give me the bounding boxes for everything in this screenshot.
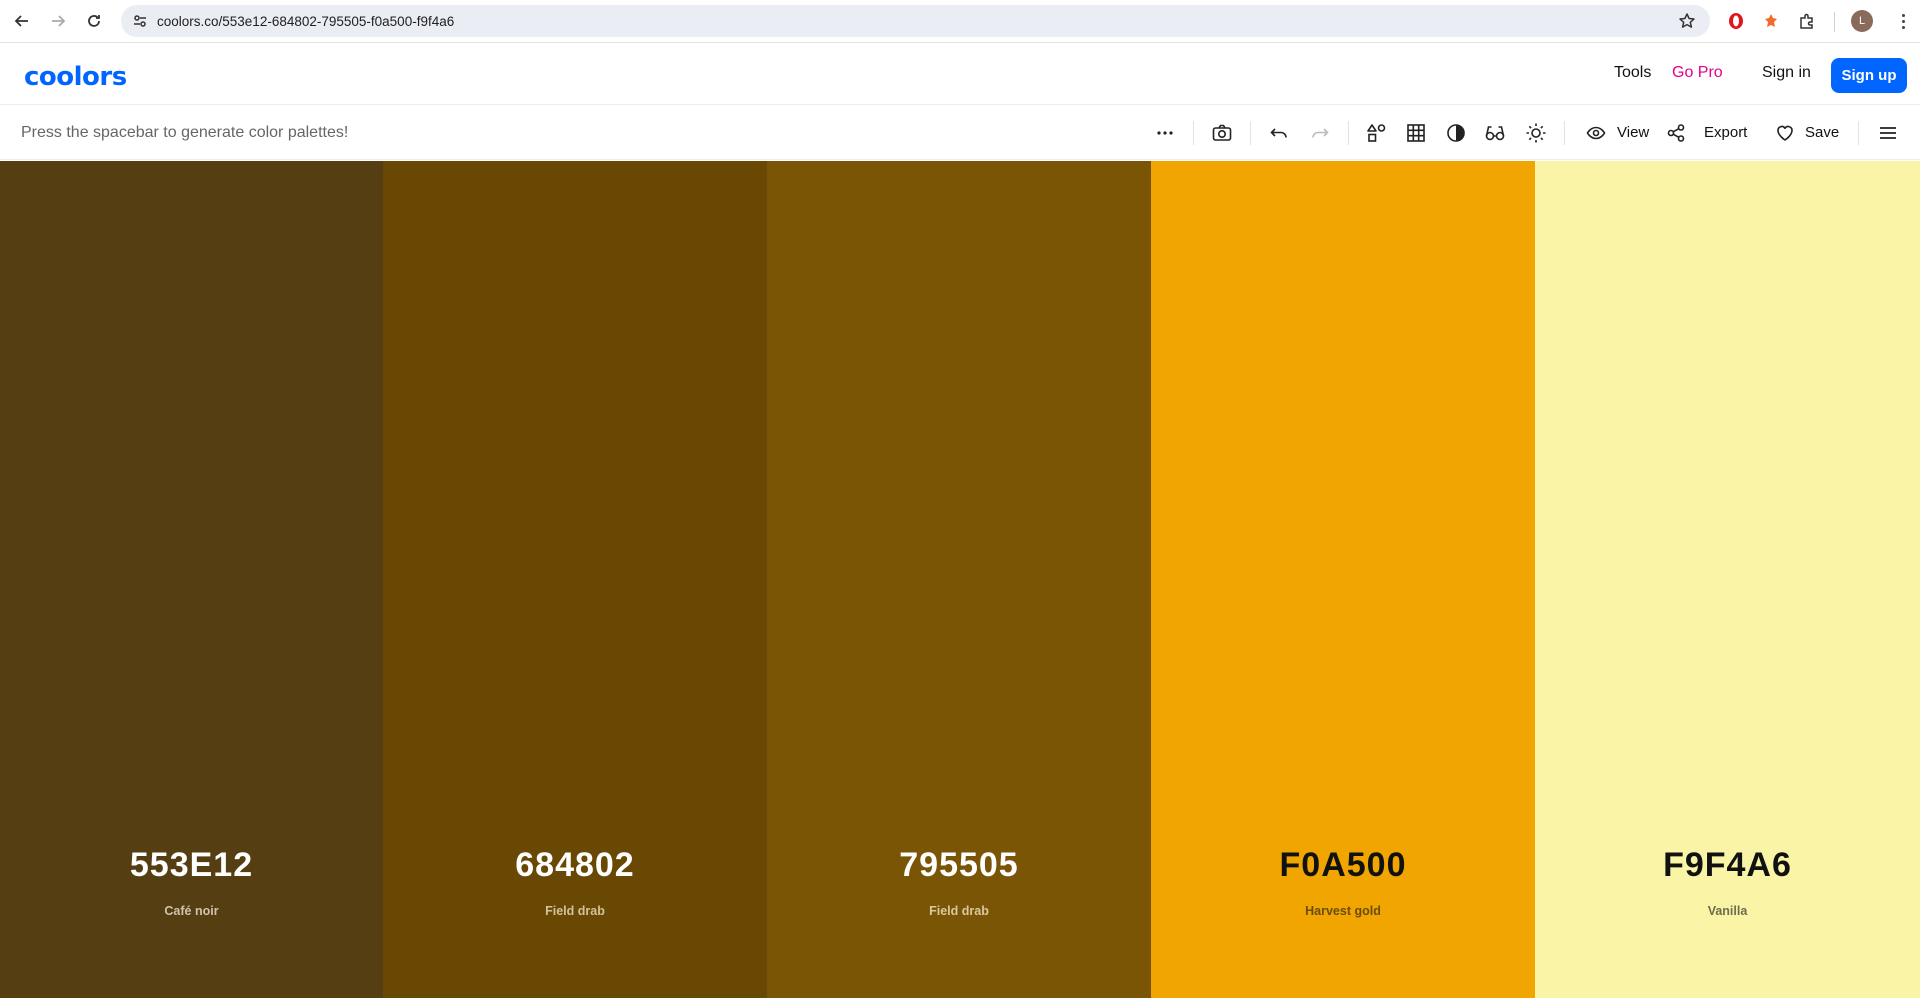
swatch-color-name: Field drab bbox=[545, 904, 605, 918]
swatch-hex-code[interactable]: 795505 bbox=[767, 846, 1151, 885]
address-bar[interactable]: coolors.co/553e12-684802-795505-f0a500-f… bbox=[121, 5, 1710, 37]
shapes-icon[interactable] bbox=[1365, 121, 1389, 145]
fox-extension-icon[interactable] bbox=[1761, 11, 1781, 31]
site-settings-icon[interactable] bbox=[131, 12, 149, 30]
browser-toolbar: coolors.co/553e12-684802-795505-f0a500-f… bbox=[0, 0, 1920, 43]
swatch-hex-code[interactable]: F9F4A6 bbox=[1535, 846, 1920, 885]
swatch-color-name: Field drab bbox=[929, 904, 989, 918]
more-options-icon[interactable] bbox=[1153, 121, 1177, 145]
color-swatch[interactable]: F9F4A6 Vanilla bbox=[1535, 161, 1920, 998]
color-swatch[interactable]: F0A500 Harvest gold bbox=[1151, 161, 1535, 998]
swatch-hex-code[interactable]: F0A500 bbox=[1151, 846, 1535, 885]
palette-toolbar: Press the spacebar to generate color pal… bbox=[0, 106, 1920, 160]
swatch-color-name: Café noir bbox=[164, 904, 219, 918]
grid-icon[interactable] bbox=[1404, 121, 1428, 145]
undo-icon[interactable] bbox=[1267, 121, 1291, 145]
hamburger-menu-icon[interactable] bbox=[1876, 121, 1900, 145]
contrast-icon[interactable] bbox=[1444, 121, 1468, 145]
extensions-puzzle-icon[interactable] bbox=[1797, 11, 1817, 31]
export-button[interactable]: Export bbox=[1704, 124, 1747, 141]
bookmark-star-icon[interactable] bbox=[1678, 12, 1696, 30]
spacebar-hint: Press the spacebar to generate color pal… bbox=[21, 124, 349, 141]
eye-icon[interactable] bbox=[1584, 121, 1608, 145]
toolbar-divider bbox=[1348, 121, 1349, 145]
site-header: coolors Tools Go Pro Sign in Sign up bbox=[0, 44, 1920, 105]
sign-in-link[interactable]: Sign in bbox=[1762, 64, 1811, 82]
profile-avatar[interactable]: L bbox=[1851, 10, 1873, 32]
go-pro-link[interactable]: Go Pro bbox=[1672, 64, 1723, 82]
reload-icon[interactable] bbox=[81, 8, 107, 34]
toolbar-divider bbox=[1834, 12, 1835, 32]
swatch-hex-code[interactable]: 684802 bbox=[383, 846, 767, 885]
url-text[interactable]: coolors.co/553e12-684802-795505-f0a500-f… bbox=[157, 14, 454, 29]
color-palette: 553E12 Café noir 684802 Field drab 795505 Fie… bbox=[0, 161, 1920, 998]
browser-menu-icon[interactable] bbox=[1893, 11, 1913, 31]
swatch-color-name: Harvest gold bbox=[1305, 904, 1381, 918]
camera-icon[interactable] bbox=[1210, 121, 1234, 145]
color-swatch[interactable]: 684802 Field drab bbox=[383, 161, 767, 998]
coolors-logo[interactable]: coolors bbox=[24, 62, 127, 92]
sun-icon[interactable] bbox=[1524, 121, 1548, 145]
opera-extension-icon[interactable] bbox=[1726, 11, 1746, 31]
forward-icon[interactable] bbox=[45, 8, 71, 34]
toolbar-divider bbox=[1250, 121, 1251, 145]
color-swatch[interactable]: 795505 Field drab bbox=[767, 161, 1151, 998]
toolbar-divider bbox=[1564, 121, 1565, 145]
glasses-icon[interactable] bbox=[1483, 121, 1507, 145]
toolbar-divider bbox=[1858, 121, 1859, 145]
swatch-color-name: Vanilla bbox=[1707, 904, 1748, 918]
swatch-hex-code[interactable]: 553E12 bbox=[0, 846, 383, 885]
share-icon[interactable] bbox=[1664, 121, 1688, 145]
redo-icon[interactable] bbox=[1308, 121, 1332, 145]
toolbar-divider bbox=[1193, 121, 1194, 145]
sign-up-button[interactable]: Sign up bbox=[1831, 58, 1907, 93]
color-swatch[interactable]: 553E12 Café noir bbox=[0, 161, 383, 998]
back-icon[interactable] bbox=[9, 8, 35, 34]
heart-icon[interactable] bbox=[1773, 121, 1797, 145]
save-button[interactable]: Save bbox=[1805, 124, 1839, 141]
view-button[interactable]: View bbox=[1617, 124, 1649, 141]
tools-link[interactable]: Tools bbox=[1614, 64, 1651, 82]
